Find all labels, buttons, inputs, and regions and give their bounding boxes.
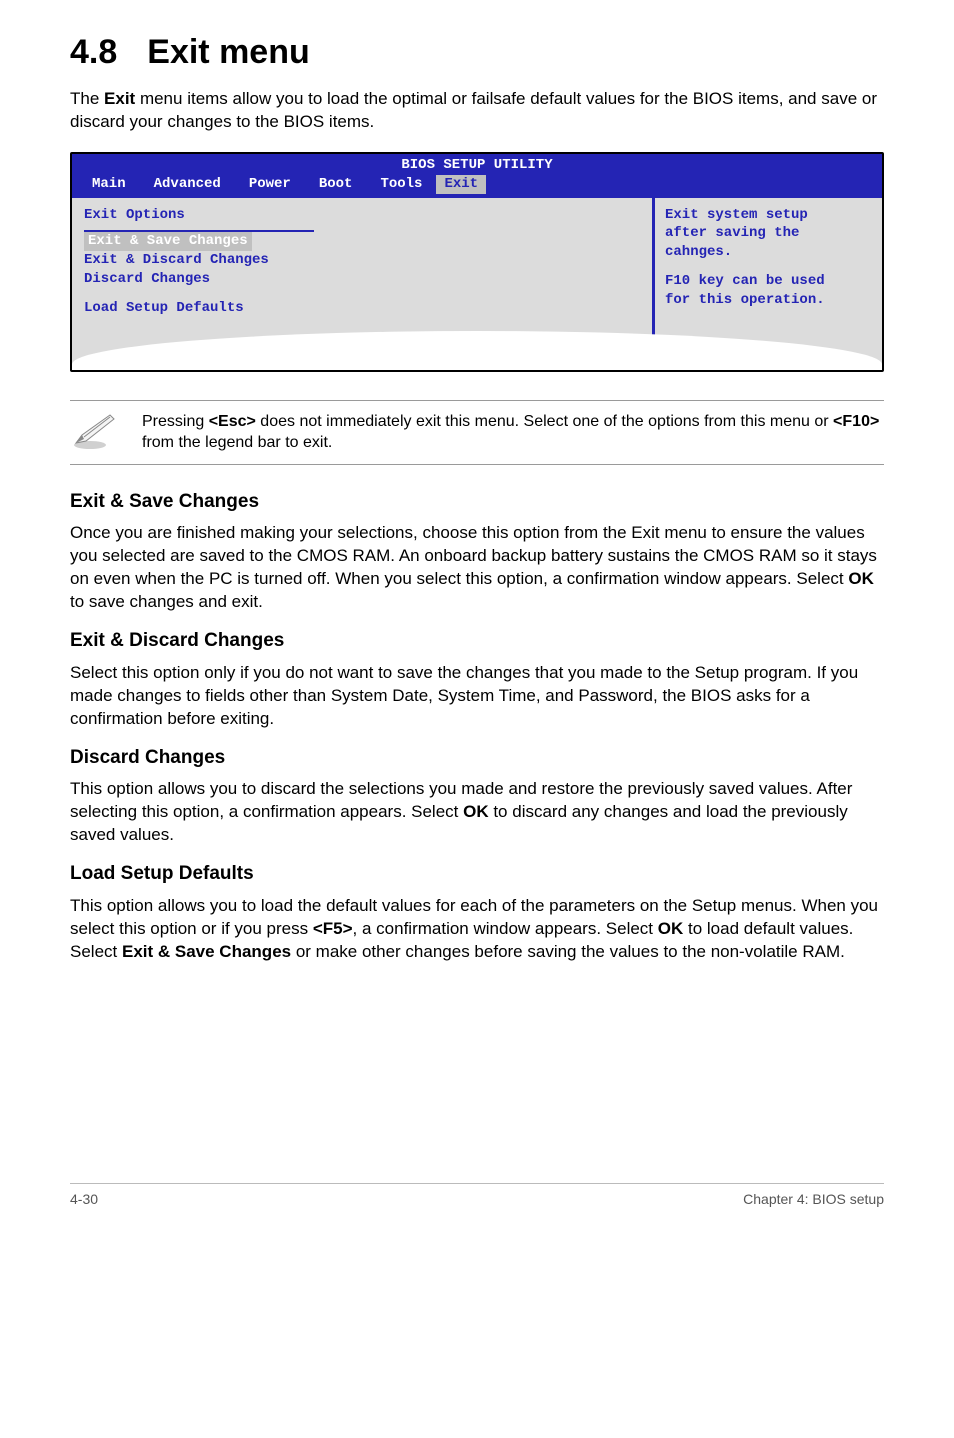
note-block: Pressing <Esc> does not immediately exit… [70, 400, 884, 465]
bios-help-line: Exit system setup [665, 206, 872, 225]
bios-tab-main[interactable]: Main [78, 175, 140, 194]
bios-menubar: Main Advanced Power Boot Tools Exit [72, 175, 882, 198]
note-seg: from the legend bar to exit. [142, 434, 332, 451]
bios-help-line: cahnges. [665, 243, 872, 262]
note-seg: does not immediately exit this menu. Sel… [256, 413, 833, 430]
bios-item-discard[interactable]: Discard Changes [84, 270, 640, 289]
footer-page-number: 4-30 [70, 1190, 98, 1209]
pencil-icon [70, 411, 118, 451]
bold-f5: <F5> [313, 919, 353, 938]
bios-bottom-curve [72, 348, 882, 370]
subheading-exit-save: Exit & Save Changes [70, 489, 884, 515]
subheading-discard: Discard Changes [70, 745, 884, 771]
section-number: 4.8 [70, 33, 117, 71]
bios-item-exit-save[interactable]: Exit & Save Changes [84, 232, 252, 251]
text-seg: Once you are finished making your select… [70, 523, 877, 588]
bios-help-pane: Exit system setup after saving the cahng… [652, 198, 882, 348]
paragraph-discard: This option allows you to discard the se… [70, 778, 884, 847]
bios-utility-title: BIOS SETUP UTILITY [72, 154, 882, 175]
text-seg: , a confirmation window appears. Select [353, 919, 658, 938]
bold-ok: OK [463, 802, 489, 821]
intro-paragraph: The Exit menu items allow you to load th… [70, 88, 884, 134]
bios-item-exit-discard[interactable]: Exit & Discard Changes [84, 251, 640, 270]
intro-suffix: menu items allow you to load the optimal… [70, 89, 877, 131]
bios-help-line: F10 key can be used [665, 272, 872, 291]
bios-help-line: for this operation. [665, 291, 872, 310]
bold-ok: OK [658, 919, 684, 938]
intro-prefix: The [70, 89, 104, 108]
note-text: Pressing <Esc> does not immediately exit… [142, 411, 884, 454]
paragraph-exit-discard: Select this option only if you do not wa… [70, 662, 884, 731]
bold-ok: OK [848, 569, 874, 588]
note-key-esc: <Esc> [209, 413, 256, 430]
subheading-exit-discard: Exit & Discard Changes [70, 628, 884, 654]
bios-tab-boot[interactable]: Boot [305, 175, 367, 194]
bold-exit-save: Exit & Save Changes [122, 942, 291, 961]
section-name: Exit menu [147, 33, 309, 71]
bios-tab-advanced[interactable]: Advanced [140, 175, 235, 194]
bios-screenshot: BIOS SETUP UTILITY Main Advanced Power B… [70, 152, 884, 372]
bios-body: Exit Options Exit & Save Changes Exit & … [72, 198, 882, 348]
bios-help-line: after saving the [665, 224, 872, 243]
note-key-f10: <F10> [833, 413, 879, 430]
section-title: 4.8 Exit menu [70, 30, 884, 76]
paragraph-exit-save: Once you are finished making your select… [70, 522, 884, 614]
paragraph-load-defaults: This option allows you to load the defau… [70, 895, 884, 964]
text-seg: to save changes and exit. [70, 592, 263, 611]
intro-bold: Exit [104, 89, 135, 108]
bios-left-heading: Exit Options [84, 206, 640, 225]
footer-chapter: Chapter 4: BIOS setup [743, 1190, 884, 1209]
note-seg: Pressing [142, 413, 209, 430]
page-footer: 4-30 Chapter 4: BIOS setup [70, 1183, 884, 1209]
text-seg: or make other changes before saving the … [291, 942, 845, 961]
bios-item-load-defaults[interactable]: Load Setup Defaults [84, 299, 640, 318]
subheading-load-defaults: Load Setup Defaults [70, 861, 884, 887]
bios-left-pane: Exit Options Exit & Save Changes Exit & … [72, 198, 652, 348]
bios-tab-exit[interactable]: Exit [436, 175, 486, 194]
bios-tab-power[interactable]: Power [235, 175, 305, 194]
bios-tab-tools[interactable]: Tools [366, 175, 436, 194]
